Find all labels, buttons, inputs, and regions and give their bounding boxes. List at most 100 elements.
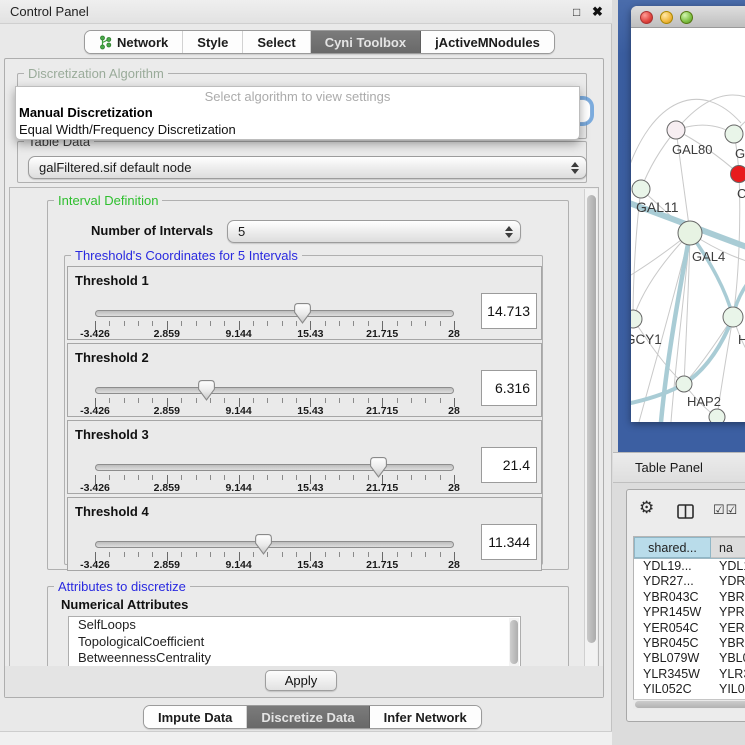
tick-mark [339, 398, 340, 403]
apply-button[interactable]: Apply [265, 670, 337, 691]
scrollbar-thumb[interactable] [510, 620, 518, 664]
tick-mark [368, 398, 369, 403]
table-row[interactable]: YIL052CYIL0 [634, 682, 745, 697]
dropdown-option-manual-discretization[interactable]: Manual Discretization [19, 105, 153, 120]
threshold-label: Threshold 4 [75, 504, 149, 519]
node-h-partial[interactable] [723, 307, 743, 327]
tick-mark [325, 321, 326, 326]
scrollbar-thumb[interactable] [587, 195, 596, 643]
tick-mark [109, 398, 110, 403]
tick-label: 21.715 [357, 405, 407, 417]
slider-track[interactable] [95, 464, 454, 471]
node-label: H [738, 332, 745, 347]
node-label: GAL11 [636, 199, 679, 215]
checkbox-checked-icons[interactable]: ☑☑ [713, 502, 738, 518]
attributes-scrollbar[interactable] [509, 618, 519, 667]
scrollbar-thumb[interactable] [635, 701, 745, 708]
node-hap2[interactable] [676, 376, 692, 392]
tick-mark [411, 321, 412, 326]
column-split-icon[interactable] [677, 504, 694, 519]
combobox-value: galFiltered.sif default node [39, 160, 191, 175]
cytoscape-desktop: GAL80 GA C GAL11 GAL4 GCY1 H HAP2 [618, 0, 745, 452]
numerical-attributes-list[interactable]: SelfLoopsTopologicalCoefficientBetweenne… [68, 616, 521, 667]
combobox-value: 5 [238, 224, 245, 239]
slider-track[interactable] [95, 310, 454, 317]
minimize-traffic-light-icon[interactable] [660, 11, 673, 24]
column-header-name[interactable]: na [711, 537, 745, 558]
dropdown-placeholder-item[interactable]: Select algorithm to view settings [16, 89, 579, 104]
network-nodes[interactable] [631, 121, 745, 422]
tick-mark [138, 475, 139, 480]
tick-mark [253, 475, 254, 480]
table-row[interactable]: YBR043CYBR0 [634, 590, 745, 605]
tick-mark [296, 475, 297, 480]
tab-discretize-data[interactable]: Discretize Data [247, 706, 369, 728]
tick-mark [196, 321, 197, 326]
tick-mark [339, 552, 340, 557]
slider-thumb[interactable] [294, 303, 311, 324]
tick-label: 15.43 [285, 559, 335, 571]
attribute-list-item[interactable]: TopologicalCoefficient [69, 634, 520, 651]
tick-label: 28 [429, 482, 479, 494]
tick-mark [253, 321, 254, 326]
tab-network[interactable]: Network [85, 31, 183, 53]
node-ga-partial[interactable] [725, 125, 743, 143]
table-horizontal-scrollbar[interactable] [633, 699, 745, 709]
table-cell-name: YER0 [711, 621, 745, 636]
table-cell-name: YBR0 [711, 636, 745, 651]
column-header-shared-name[interactable]: shared... [634, 537, 711, 558]
threshold-value-field[interactable]: 6.316 [481, 370, 537, 406]
close-icon[interactable]: ✖ [592, 4, 603, 20]
number-of-intervals-combobox[interactable]: 5 [227, 220, 521, 243]
tab-cyni-toolbox[interactable]: Cyni Toolbox [311, 31, 421, 53]
slider-thumb[interactable] [370, 457, 387, 478]
network-canvas[interactable]: GAL80 GA C GAL11 GAL4 GCY1 H HAP2 [631, 28, 745, 422]
threshold-panel: Threshold 2-3.4262.8599.14415.4321.71528… [67, 343, 542, 417]
float-window-icon[interactable]: □ [573, 5, 580, 19]
close-traffic-light-icon[interactable] [640, 11, 653, 24]
node-gal4[interactable] [678, 221, 702, 245]
node-gal11[interactable] [632, 180, 650, 198]
zoom-traffic-light-icon[interactable] [680, 11, 693, 24]
tick-mark [210, 321, 211, 326]
table-row[interactable]: YLR345WYLR3 [634, 667, 745, 682]
threshold-value-field[interactable]: 14.713 [481, 293, 537, 329]
threshold-label: Threshold 1 [75, 273, 149, 288]
node-gal80[interactable] [667, 121, 685, 139]
attribute-list-item[interactable]: BetweennessCentrality [69, 650, 520, 667]
table-row[interactable]: YER054CYER0 [634, 621, 745, 636]
tab-infer-network[interactable]: Infer Network [370, 706, 481, 728]
tab-style[interactable]: Style [183, 31, 243, 53]
dropdown-option-equal-width-frequency[interactable]: Equal Width/Frequency Discretization [19, 122, 236, 137]
table-row[interactable]: YDR27...YDR2 [634, 574, 745, 589]
node-bottom-partial[interactable] [709, 409, 725, 422]
table-cell-shared-name: YPR145W [634, 605, 711, 620]
tab-jactivemnodules[interactable]: jActiveMNodules [421, 31, 554, 53]
node-red-selected[interactable] [731, 166, 745, 183]
tick-mark [267, 321, 268, 326]
threshold-value-field[interactable]: 11.344 [481, 524, 537, 560]
slider-thumb[interactable] [255, 534, 272, 555]
settings-vertical-scrollbar[interactable] [584, 189, 597, 695]
table-data-combobox[interactable]: galFiltered.sif default node [28, 156, 587, 179]
tab-select[interactable]: Select [243, 31, 310, 53]
tab-label: Infer Network [384, 710, 467, 725]
table-row[interactable]: YDL19...YDL1 [634, 559, 745, 574]
table-row[interactable]: YBL079WYBL0 [634, 651, 745, 666]
table-cell-name: YDR2 [711, 574, 745, 589]
slider-track[interactable] [95, 541, 454, 548]
table-cell-name: YLR3 [711, 667, 745, 682]
slider-track[interactable] [95, 387, 454, 394]
threshold-value-field[interactable]: 21.4 [481, 447, 537, 483]
slider-thumb[interactable] [198, 380, 215, 401]
attribute-list-item[interactable]: SelfLoops [69, 617, 520, 634]
node-gcy1[interactable] [631, 310, 642, 328]
table-row[interactable]: YPR145WYPR1 [634, 605, 745, 620]
tab-impute-data[interactable]: Impute Data [144, 706, 247, 728]
gear-icon[interactable]: ⚙ [639, 498, 654, 518]
node-attribute-table[interactable]: shared... na YDL19...YDL1YDR27...YDR2YBR… [633, 536, 745, 708]
table-header-row: shared... na [634, 537, 745, 559]
table-row[interactable]: YBR045CYBR0 [634, 636, 745, 651]
tick-mark [425, 552, 426, 557]
tick-mark [124, 398, 125, 403]
